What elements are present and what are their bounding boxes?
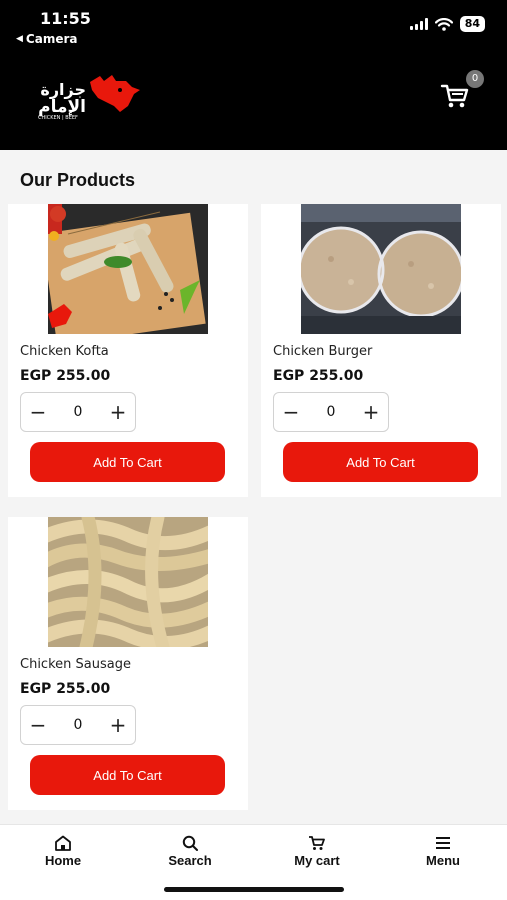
- back-arrow-icon: ◀: [16, 34, 23, 44]
- header-cart-icon[interactable]: [440, 82, 470, 110]
- quantity-stepper: − 0 +: [20, 705, 136, 745]
- quantity-value: 0: [73, 717, 83, 733]
- back-to-camera-link[interactable]: ◀ Camera: [16, 32, 77, 46]
- wifi-icon: [434, 17, 453, 31]
- home-icon: [55, 835, 71, 851]
- app-header: جزارة الإمام CHICKEN | BEEF 0: [0, 55, 507, 150]
- system-icons: 84: [409, 16, 485, 32]
- quantity-value: 0: [73, 404, 83, 420]
- quantity-stepper: − 0 +: [20, 392, 136, 432]
- logo-arabic-line2: الإمام: [38, 97, 86, 117]
- product-card: Chicken Sausage EGP 255.00 − 0 + Add To …: [8, 517, 248, 810]
- product-image-burger[interactable]: [301, 204, 461, 334]
- quantity-value: 0: [326, 404, 336, 420]
- battery-indicator: 84: [459, 16, 485, 32]
- nav-home-label: Home: [44, 853, 82, 868]
- butcher-logo[interactable]: جزارة الإمام CHICKEN | BEEF: [24, 72, 144, 120]
- product-name: Chicken Sausage: [20, 657, 131, 672]
- status-time: 11:55: [40, 9, 91, 28]
- product-name: Chicken Burger: [273, 344, 373, 359]
- increase-quantity-button[interactable]: +: [354, 393, 388, 431]
- nav-home[interactable]: Home: [13, 835, 113, 868]
- add-to-cart-button[interactable]: Add To Cart: [30, 442, 225, 482]
- add-to-cart-button[interactable]: Add To Cart: [30, 755, 225, 795]
- cart-count-badge: 0: [466, 70, 484, 88]
- search-icon: [182, 835, 198, 851]
- product-name: Chicken Kofta: [20, 344, 109, 359]
- increase-quantity-button[interactable]: +: [101, 393, 135, 431]
- add-to-cart-button[interactable]: Add To Cart: [283, 442, 478, 482]
- home-indicator[interactable]: [164, 887, 344, 892]
- cellular-signal-icon: [409, 18, 428, 30]
- logo-subtext: CHICKEN | BEEF: [38, 115, 78, 120]
- product-price: EGP 255.00: [20, 368, 111, 384]
- product-price: EGP 255.00: [273, 368, 364, 384]
- nav-my-cart[interactable]: My cart: [267, 835, 367, 868]
- back-link-label: Camera: [25, 32, 78, 46]
- product-card: Chicken Burger EGP 255.00 − 0 + Add To C…: [261, 204, 501, 497]
- quantity-stepper: − 0 +: [273, 392, 389, 432]
- nav-menu[interactable]: Menu: [393, 835, 493, 868]
- menu-icon: [436, 837, 450, 849]
- product-image-kofta[interactable]: [48, 204, 208, 334]
- product-image-sausage[interactable]: [48, 517, 208, 647]
- increase-quantity-button[interactable]: +: [101, 706, 135, 744]
- nav-my-cart-label: My cart: [294, 853, 340, 868]
- nav-search-label: Search: [168, 853, 212, 868]
- cart-icon: [309, 836, 325, 850]
- nav-search[interactable]: Search: [140, 835, 240, 868]
- page-title: Our Products: [20, 170, 136, 190]
- product-price: EGP 255.00: [20, 681, 111, 697]
- product-card: Chicken Kofta EGP 255.00 − 0 + Add To Ca…: [8, 204, 248, 497]
- status-bar: 11:55 ◀ Camera 84: [0, 0, 507, 55]
- decrease-quantity-button[interactable]: −: [21, 706, 55, 744]
- decrease-quantity-button[interactable]: −: [21, 393, 55, 431]
- nav-menu-label: Menu: [426, 853, 460, 868]
- decrease-quantity-button[interactable]: −: [274, 393, 308, 431]
